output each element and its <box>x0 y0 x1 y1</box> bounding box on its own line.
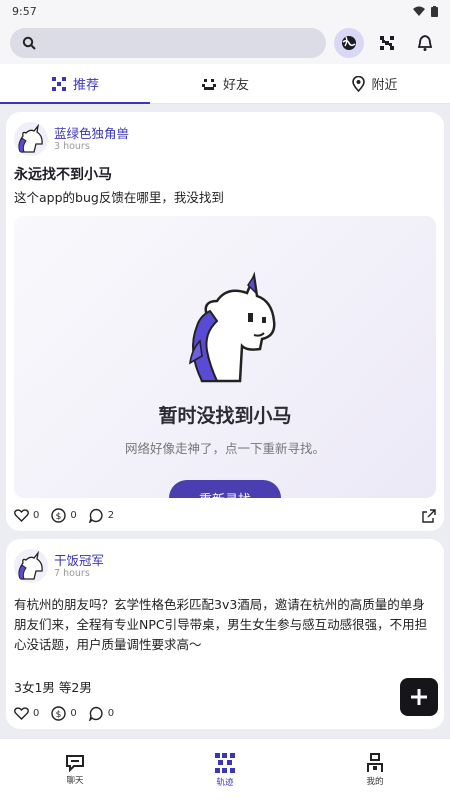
comment-icon <box>88 706 103 721</box>
comment-button[interactable]: 2 <box>88 508 115 523</box>
post-card[interactable]: 干饭冠军 7 hours 有杭州的朋友吗？玄学性格色彩匹配3v3酒局，邀请在杭州… <box>6 539 444 729</box>
globe-icon <box>342 36 356 50</box>
grid-button[interactable] <box>372 28 402 58</box>
create-post-button[interactable] <box>400 678 438 716</box>
top-bar <box>0 22 450 64</box>
nav-chat[interactable]: 聊天 <box>0 739 150 800</box>
tab-label: 推荐 <box>72 78 99 93</box>
svg-text:$: $ <box>56 710 62 720</box>
tab-label: 好友 <box>222 78 249 93</box>
search-icon <box>22 36 36 50</box>
comment-button[interactable]: 0 <box>88 706 115 721</box>
bottom-nav: 聊天 轨迹 我的 <box>0 738 450 800</box>
retry-button[interactable]: 重新寻找 <box>169 480 281 498</box>
coin-count: 0 <box>70 708 77 719</box>
nav-label: 轨迹 <box>216 777 234 788</box>
feed-tabs: 推荐 好友 附近 <box>0 64 450 104</box>
notification-button[interactable] <box>410 28 440 58</box>
nav-label: 我的 <box>366 776 384 787</box>
svg-text:$: $ <box>56 512 62 522</box>
empty-state-title: 暂时没找到小马 <box>158 405 292 427</box>
coin-count: 0 <box>70 510 77 521</box>
feed-list[interactable]: 蓝绿色独角兽 3 hours 永远找不到小马 这个app的bug反馈在哪里，我没… <box>0 104 450 729</box>
trace-icon <box>215 752 235 773</box>
comment-count: 0 <box>107 708 115 719</box>
coin-button[interactable]: $ 0 <box>51 508 77 523</box>
tab-label: 附近 <box>371 78 398 93</box>
unicorn-avatar-icon <box>14 549 48 583</box>
unicorn-illustration <box>188 271 276 383</box>
like-count: 0 <box>33 510 40 521</box>
like-button[interactable]: 0 <box>14 509 39 522</box>
heart-icon <box>14 509 29 522</box>
post-media[interactable]: 暂时没找到小马 网络好像走神了，点一下重新寻找。 重新寻找 <box>14 216 436 498</box>
avatar[interactable] <box>14 122 48 156</box>
profile-icon <box>367 752 383 772</box>
post-actions: 0 $ 0 2 <box>14 508 436 523</box>
unicorn-avatar-icon <box>14 122 48 156</box>
globe-button[interactable] <box>334 28 364 58</box>
search-input[interactable] <box>42 36 326 50</box>
battery-icon <box>431 5 438 17</box>
wifi-icon <box>413 6 425 16</box>
nav-label: 聊天 <box>66 775 84 786</box>
search-bar[interactable] <box>10 28 326 58</box>
heart-icon <box>14 707 29 720</box>
sparkle-grid-icon <box>51 76 66 91</box>
tab-friends[interactable]: 好友 <box>150 64 300 103</box>
post-extra-text: 3女1男 等2男 <box>14 680 92 695</box>
post-text: 这个app的bug反馈在哪里，我没找到 <box>14 190 224 205</box>
post-title: 永远找不到小马 <box>14 167 112 183</box>
nav-profile[interactable]: 我的 <box>300 739 450 800</box>
avatar[interactable] <box>14 549 48 583</box>
status-icons <box>413 5 438 17</box>
post-text: 有杭州的朋友吗？玄学性格色彩匹配3v3酒局，邀请在杭州的高质量的单身朋友们来，全… <box>14 597 428 652</box>
chat-icon <box>66 754 84 772</box>
empty-state-subtitle: 网络好像走神了，点一下重新寻找。 <box>124 441 325 456</box>
like-count: 0 <box>33 708 40 719</box>
coin-icon: $ <box>51 508 67 523</box>
post-header: 蓝绿色独角兽 3 hours <box>14 122 436 156</box>
post-time: 7 hours <box>54 567 90 579</box>
post-actions: 0 $ 0 0 <box>14 706 436 721</box>
grid-icon <box>380 36 394 50</box>
share-icon[interactable] <box>422 508 436 523</box>
tab-recommend[interactable]: 推荐 <box>0 64 150 104</box>
coin-icon: $ <box>51 706 67 721</box>
post-time: 3 hours <box>54 140 90 152</box>
plus-icon <box>411 689 427 705</box>
nav-trace[interactable]: 轨迹 <box>150 739 300 800</box>
smile-face-icon <box>201 78 216 90</box>
post-header: 干饭冠军 7 hours <box>14 549 436 583</box>
post-card[interactable]: 蓝绿色独角兽 3 hours 永远找不到小马 这个app的bug反馈在哪里，我没… <box>6 112 444 531</box>
status-bar: 9:57 <box>0 0 450 22</box>
coin-button[interactable]: $ 0 <box>51 706 77 721</box>
post-author[interactable]: 蓝绿色独角兽 <box>54 126 129 141</box>
like-button[interactable]: 0 <box>14 707 39 720</box>
comment-count: 2 <box>107 510 115 521</box>
location-pin-icon <box>352 75 366 92</box>
tab-nearby[interactable]: 附近 <box>300 64 450 103</box>
status-time: 9:57 <box>12 4 37 18</box>
bell-icon <box>417 35 433 51</box>
post-author[interactable]: 干饭冠军 <box>54 553 104 568</box>
comment-icon <box>88 508 103 523</box>
